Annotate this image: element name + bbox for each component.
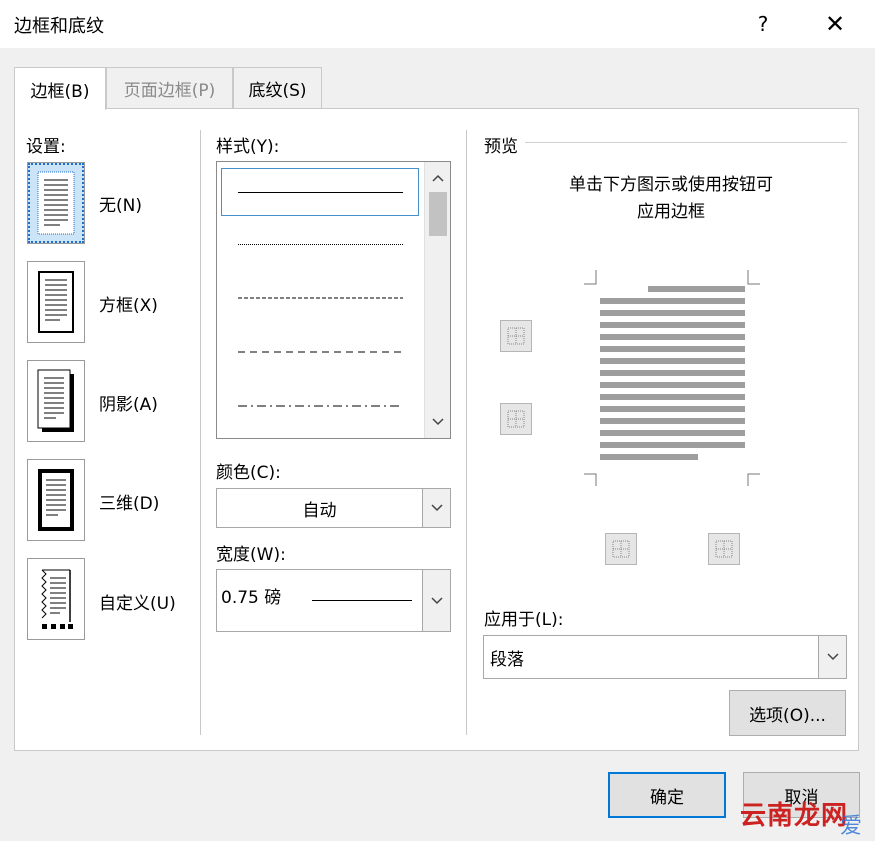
width-combo[interactable]: 0.75 磅 [216, 569, 451, 632]
close-button[interactable]: ✕ [815, 6, 855, 42]
width-sample-line [312, 600, 412, 601]
apply-to-value: 段落 [490, 649, 524, 670]
setting-box-label[interactable]: 方框(X) [99, 291, 158, 316]
page-lines-icon [37, 171, 75, 235]
watermark-logo: 云南龙网 [740, 801, 849, 831]
style-item-dash-dot[interactable] [221, 382, 419, 430]
dialog-title: 边框和底纹 [14, 16, 104, 37]
style-item-dotted[interactable] [221, 220, 419, 268]
border-right-icon [715, 540, 733, 558]
chevron-down-icon[interactable] [422, 489, 450, 527]
style-item-dashed-fine[interactable] [221, 274, 419, 322]
preview-divider [525, 142, 847, 143]
tab-page-border[interactable]: 页面边框(P) [106, 67, 233, 109]
page-3d-icon [38, 469, 74, 531]
style-listbox[interactable] [216, 161, 451, 439]
ok-button[interactable]: 确定 [608, 772, 726, 818]
title-bar: 边框和底纹 ? ✕ [0, 0, 875, 48]
column-separator [200, 130, 201, 735]
border-left-icon [612, 540, 630, 558]
style-scrollbar[interactable] [424, 162, 450, 438]
line-dashed [237, 351, 403, 353]
preview-hint: 单击下方图示或使用按钮可 应用边框 [485, 172, 857, 226]
setting-3d-icon[interactable] [27, 459, 85, 541]
help-button[interactable]: ? [745, 6, 781, 42]
line-dotted [237, 243, 403, 245]
setting-custom-icon[interactable] [27, 558, 85, 640]
line-solid [237, 191, 403, 193]
border-bottom-icon [507, 410, 525, 428]
setting-shadow-label[interactable]: 阴影(A) [99, 390, 158, 415]
setting-3d-label[interactable]: 三维(D) [99, 489, 159, 514]
chevron-down-icon[interactable] [425, 410, 450, 434]
settings-label: 设置: [26, 137, 66, 157]
page-custom-icon [41, 569, 73, 629]
top-border-button[interactable] [500, 320, 532, 352]
preview-hint-line1: 单击下方图示或使用按钮可 [569, 175, 773, 195]
chevron-down-icon[interactable] [818, 636, 846, 678]
column-separator [466, 130, 467, 735]
color-label: 颜色(C): [216, 463, 281, 483]
border-top-icon [507, 327, 525, 345]
bottom-border-button[interactable] [500, 403, 532, 435]
page-shadow-icon [37, 369, 74, 432]
page-box-icon [38, 271, 74, 333]
chevron-down-icon[interactable] [422, 570, 450, 631]
style-item-solid[interactable] [221, 168, 419, 216]
setting-shadow-icon[interactable] [27, 360, 85, 442]
line-dashed-fine [237, 297, 403, 299]
tab-borders[interactable]: 边框(B) [14, 67, 106, 110]
width-value: 0.75 磅 [221, 588, 282, 608]
style-item-dashed[interactable] [221, 328, 419, 376]
color-combo[interactable]: 自动 [216, 488, 451, 528]
right-border-button[interactable] [708, 533, 740, 565]
apply-to-label: 应用于(L): [484, 610, 564, 630]
preview-hint-line2: 应用边框 [637, 202, 705, 222]
watermark-logo-2: 爱 [840, 814, 863, 839]
setting-none-label[interactable]: 无(N) [99, 191, 142, 216]
setting-box-icon[interactable] [27, 261, 85, 343]
apply-to-combo[interactable]: 段落 [483, 635, 847, 679]
tab-shading[interactable]: 底纹(S) [233, 67, 322, 109]
preview-label: 预览 [484, 137, 518, 157]
setting-custom-label[interactable]: 自定义(U) [99, 589, 176, 614]
chevron-up-icon[interactable] [425, 166, 450, 190]
left-border-button[interactable] [605, 533, 637, 565]
preview-diagram[interactable] [580, 262, 764, 490]
options-button[interactable]: 选项(O)... [729, 690, 846, 736]
style-label: 样式(Y): [216, 137, 280, 157]
color-value: 自动 [302, 500, 337, 521]
line-dash-dot [237, 405, 403, 407]
setting-none-icon[interactable] [27, 162, 85, 244]
scroll-thumb[interactable] [429, 192, 447, 236]
